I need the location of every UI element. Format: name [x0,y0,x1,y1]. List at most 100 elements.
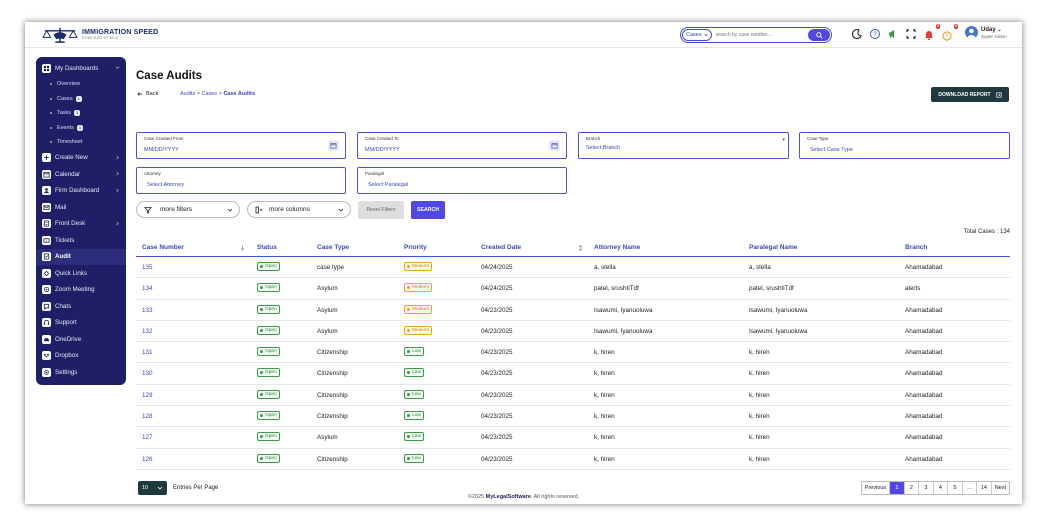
attorney-select[interactable]: Attorney Select Attorney [136,167,346,194]
next-page-button[interactable]: Next [992,482,1009,494]
column-header-branch[interactable]: Branch [905,244,927,251]
sidebar-item-zoom-meeting[interactable]: Zoom Meeting [36,282,126,299]
moon-icon[interactable] [851,28,863,40]
sort-icon[interactable] [578,245,583,251]
sidebar-item-chats[interactable]: Chats [36,298,126,315]
sidebar-item-firm-dashboard[interactable]: Firm Dashboard [36,183,126,200]
reset-filters-button[interactable]: Reset Filters [358,201,404,219]
table-row[interactable]: 126 Open Citizenship Low 04/23/2025 k, h… [136,449,1010,470]
priority-dot-icon [407,371,410,375]
case-number-link[interactable]: 131 [142,349,153,356]
download-report-label: DOWNLOAD REPORT [938,91,991,98]
global-search: Cases [680,27,832,43]
sidebar-item-tickets[interactable]: Tickets [36,232,126,249]
sidebar-sub-overview[interactable]: Overview [36,77,126,92]
download-report-button[interactable]: DOWNLOAD REPORT [931,87,1009,102]
search-input[interactable] [715,32,806,38]
column-header-priority[interactable]: Priority [404,244,427,251]
page-button-2[interactable]: 2 [905,482,920,494]
sidebar-item-audit[interactable]: Audit [36,248,126,265]
case-number-link[interactable]: 134 [142,285,153,292]
logo[interactable]: IMMIGRATION SPEED POWERED BY MLS [41,25,158,45]
sidebar-item-my-dashboards[interactable]: My Dashboards [36,60,126,77]
back-link[interactable]: Back [137,91,158,97]
notification-button[interactable]: 2 [923,24,940,41]
case-number-link[interactable]: 127 [142,434,153,441]
sidebar-item-create-new[interactable]: Create New [36,150,126,167]
footer-copyright: ©2025 [467,494,485,500]
column-header-attorney[interactable]: Attorney Name [594,244,640,251]
table-row[interactable]: 135 Open case type Medium 04/24/2025 a, … [136,257,1010,279]
breadcrumb-audits[interactable]: Audits [180,91,195,97]
case-number-link[interactable]: 130 [142,370,153,377]
sort-icon[interactable] [240,245,245,251]
sidebar-item-calendar[interactable]: Calendar [36,166,126,183]
column-header-created-date[interactable]: Created Date [481,244,521,251]
more-filters-dropdown[interactable]: more filters [136,201,240,218]
status-dot-icon [260,456,263,460]
table-row[interactable]: 127 Open Asylum Low 04/23/2025 k, hiren … [136,427,1010,449]
page-button-5[interactable]: 5 [948,482,963,494]
sidebar-sub-cases[interactable]: Cases 1 [36,92,126,107]
table-row[interactable]: 132 Open Asylum Medium 04/23/2025 Isawum… [136,321,1010,343]
table-row[interactable]: 130 Open Citizenship Low 04/23/2025 k, h… [136,363,1010,385]
page-button-1[interactable]: 1 [890,482,905,494]
priority-label: Medium [412,264,430,269]
sidebar-item-dropbox[interactable]: Dropbox [36,348,126,365]
sidebar-sub-tasks[interactable]: Tasks 1 [36,106,126,121]
per-page-select[interactable]: 10 [138,481,167,495]
column-header-case-number[interactable]: Case Number [142,244,184,251]
sidebar-item-front-desk[interactable]: Front Desk [36,216,126,233]
table-row[interactable]: 129 Open Citizenship Low 04/23/2025 k, h… [136,385,1010,407]
field-label: Paralegal [365,171,385,176]
case-number-link[interactable]: 135 [142,264,153,271]
chevron-down-icon [115,66,120,69]
table-body: 135 Open case type Medium 04/24/2025 a, … [136,257,1010,470]
page-button-3[interactable]: 3 [919,482,934,494]
reminder-button[interactable]: 0 [941,24,958,41]
chevron-right-icon [116,188,119,192]
paralegal-select[interactable]: Paralegal Select Paralegal [357,167,567,194]
case-created-to-field[interactable]: Case Created To MM/DD/YYYY [357,132,567,159]
footer-brand-link[interactable]: MyLegalSoftware [486,494,531,500]
calendar-icon[interactable] [549,140,560,151]
branch-select[interactable]: Branch Select Branch ▾ [578,132,789,159]
sidebar-item-quick-links[interactable]: Quick Links [36,265,126,282]
case-number-link[interactable]: 132 [142,328,153,335]
column-header-case-type[interactable]: Case Type [317,244,349,251]
sidebar-sub-timesheet[interactable]: Timesheet [36,135,126,150]
search-button[interactable] [808,29,830,41]
search-submit-button[interactable]: SEARCH [411,201,445,219]
megaphone-icon[interactable] [887,28,899,40]
page-button-14[interactable]: 14 [977,482,992,494]
case-created-from-field[interactable]: Case Created From MM/DD/YYYY [136,132,346,159]
prev-page-button[interactable]: Previous [862,482,891,494]
fullscreen-icon[interactable] [905,28,917,40]
sidebar-item-settings[interactable]: Settings [36,364,126,381]
search-scope-select[interactable]: Cases [682,29,712,41]
case-type-cell: Asylum [317,434,338,442]
chevron-down-icon [157,486,163,490]
calendar-icon[interactable] [328,140,339,151]
case-number-link[interactable]: 133 [142,307,153,314]
table-row[interactable]: 133 Open Asylum Medium 04/23/2025 Isawum… [136,300,1010,321]
more-columns-dropdown[interactable]: more columns [247,201,351,218]
sidebar-item-support[interactable]: Support [36,315,126,332]
case-number-link[interactable]: 126 [142,456,153,463]
case-number-link[interactable]: 128 [142,413,153,420]
column-header-paralegal[interactable]: Paralegal Name [749,244,797,251]
column-header-status[interactable]: Status [257,244,277,251]
sidebar-sub-events[interactable]: Events 1 [36,121,126,136]
table-row[interactable]: 128 Open Citizenship Low 04/23/2025 k, h… [136,406,1010,428]
case-number-link[interactable]: 129 [142,392,153,399]
page-button-4[interactable]: 4 [934,482,949,494]
sidebar-item-mail[interactable]: Mail [36,199,126,216]
help-icon[interactable]: ? [869,28,881,40]
user-menu[interactable]: Uday ⌄ Super Admin [965,26,1007,39]
breadcrumb-cases[interactable]: Cases [202,91,218,97]
table-row[interactable]: 134 Open Asylum Medium 04/24/2025 patel,… [136,278,1010,300]
attorney-cell: k, hiren [594,370,615,378]
sidebar-item-onedrive[interactable]: OneDrive [36,331,126,348]
table-row[interactable]: 131 Open Citizenship Low 04/23/2025 k, h… [136,342,1010,364]
case-type-select[interactable]: Case Type Select Case Type [799,132,1010,159]
